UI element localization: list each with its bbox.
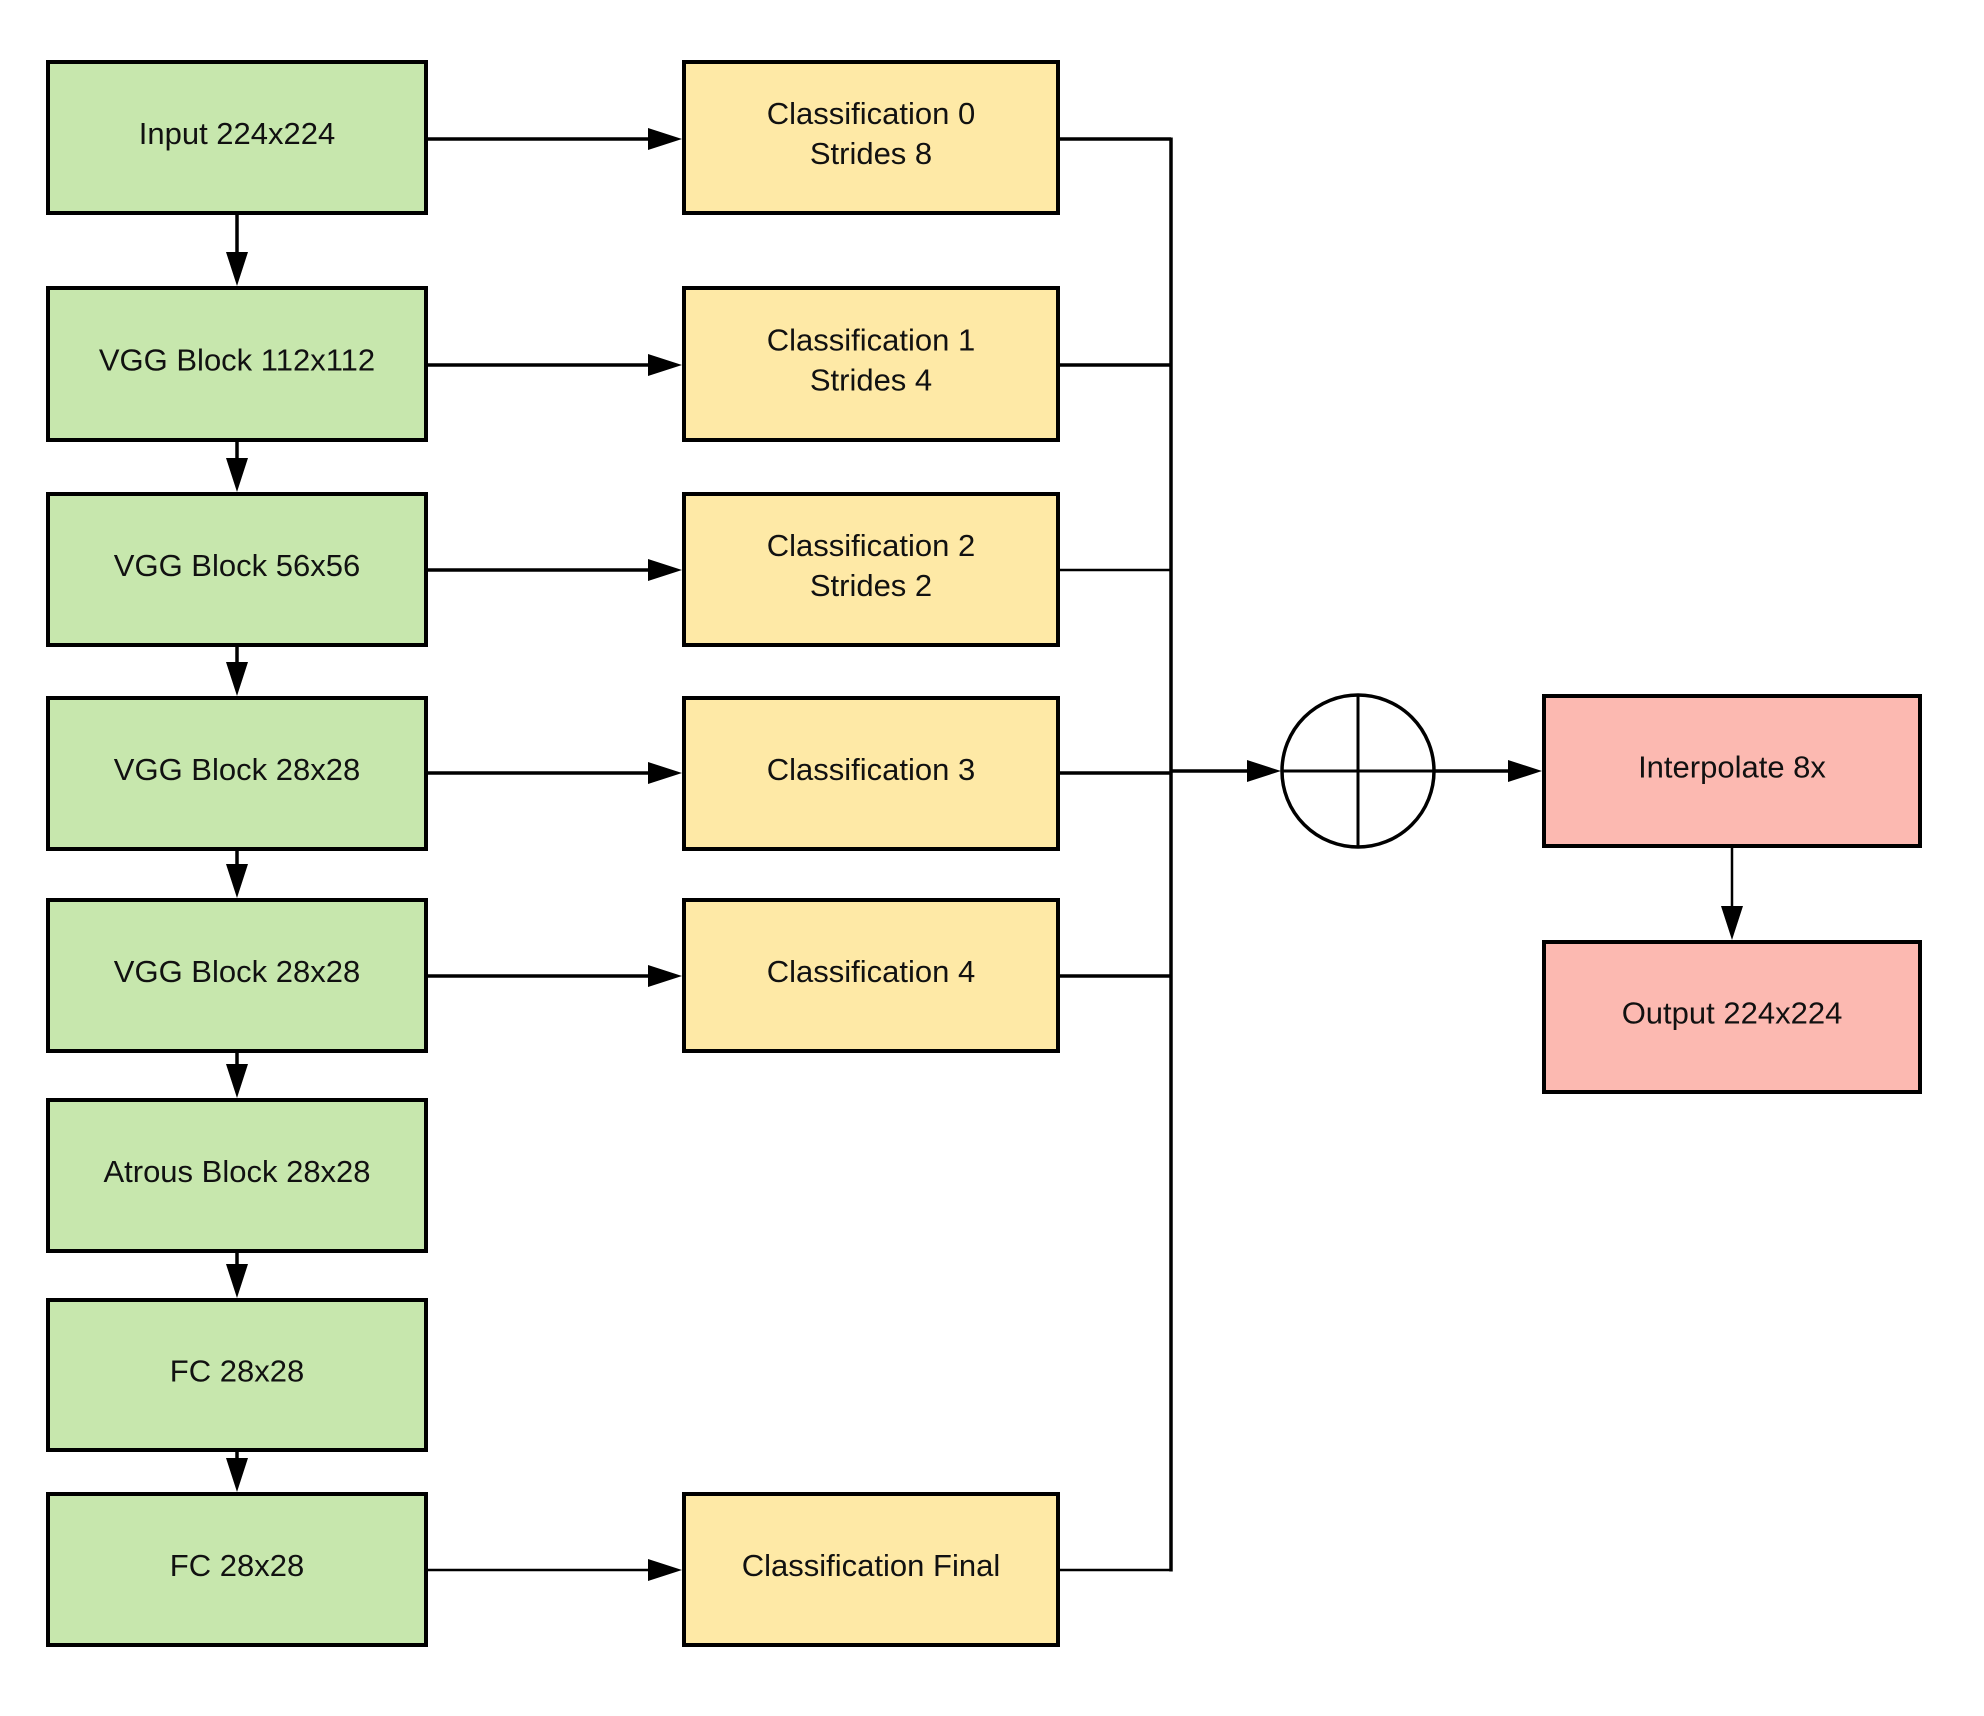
node-label-cls0-line-0: Classification 0 xyxy=(767,96,975,131)
nodes-layer: Input 224x224 VGG Block 112x112 VGG Block … xyxy=(46,60,1922,1647)
node-sum xyxy=(1280,693,1436,849)
node-label-interp: Interpolate 8x xyxy=(1638,750,1826,785)
node-cls2: Classification 2 Strides 2 xyxy=(682,492,1060,647)
edge-fc1-to-fc2-arrowhead-icon xyxy=(226,1458,248,1492)
edge-vgg28a-to-cls3-arrowhead-icon xyxy=(648,762,682,784)
edge-vgg28b-to-atrous-arrowhead-icon xyxy=(226,1064,248,1098)
node-label-out: Output 224x224 xyxy=(1622,996,1843,1031)
node-label-vgg28b: VGG Block 28x28 xyxy=(114,954,360,989)
node-label-fc1: FC 28x28 xyxy=(170,1354,304,1389)
edge-vgg112-to-cls1-arrowhead-icon xyxy=(648,354,682,376)
edge-bus-to-sum-arrowhead-icon xyxy=(1247,760,1281,782)
node-label-cls1-line-1: Strides 4 xyxy=(810,363,932,398)
edge-vgg28a-to-vgg28b-arrowhead-icon xyxy=(226,864,248,898)
node-vgg56: VGG Block 56x56 xyxy=(46,492,428,647)
edge-vgg28b-to-cls4-arrowhead-icon xyxy=(648,965,682,987)
edge-input-to-cls0-arrowhead-icon xyxy=(648,128,682,150)
edge-input-to-vgg112-arrowhead-icon xyxy=(226,252,248,286)
node-label-input: Input 224x224 xyxy=(139,116,336,151)
edge-fc2-to-clsf-arrowhead-icon xyxy=(648,1559,682,1581)
node-label-atrous: Atrous Block 28x28 xyxy=(103,1154,370,1189)
edge-vgg112-to-vgg56-arrowhead-icon xyxy=(226,458,248,492)
node-fc1: FC 28x28 xyxy=(46,1298,428,1452)
node-label-clsf: Classification Final xyxy=(742,1548,1000,1583)
node-label-cls2-line-0: Classification 2 xyxy=(767,528,975,563)
edge-vgg56-to-cls2-arrowhead-icon xyxy=(648,559,682,581)
node-interp: Interpolate 8x xyxy=(1542,694,1922,848)
node-atrous: Atrous Block 28x28 xyxy=(46,1098,428,1253)
node-label-cls1-line-0: Classification 1 xyxy=(767,323,975,358)
node-clsf: Classification Final xyxy=(682,1492,1060,1647)
node-cls3: Classification 3 xyxy=(682,696,1060,851)
node-vgg28b: VGG Block 28x28 xyxy=(46,898,428,1053)
edge-sum-to-interp-arrowhead-icon xyxy=(1508,760,1542,782)
node-label-cls3: Classification 3 xyxy=(767,752,975,787)
node-cls1: Classification 1 Strides 4 xyxy=(682,286,1060,442)
node-label-vgg112: VGG Block 112x112 xyxy=(99,343,375,378)
fcn-architecture-diagram: Input 224x224 VGG Block 112x112 VGG Block … xyxy=(46,60,1922,1647)
edge-interp-to-out-arrowhead-icon xyxy=(1721,906,1743,940)
edge-vgg56-to-vgg28a-arrowhead-icon xyxy=(226,662,248,696)
node-cls4: Classification 4 xyxy=(682,898,1060,1053)
node-vgg28a: VGG Block 28x28 xyxy=(46,696,428,851)
node-label-cls4: Classification 4 xyxy=(767,954,975,989)
node-label-cls2-line-1: Strides 2 xyxy=(810,568,932,603)
node-cls0: Classification 0 Strides 8 xyxy=(682,60,1060,215)
node-label-fc2: FC 28x28 xyxy=(170,1548,304,1583)
node-label-vgg28a: VGG Block 28x28 xyxy=(114,752,360,787)
edge-atrous-to-fc1-arrowhead-icon xyxy=(226,1264,248,1298)
node-fc2: FC 28x28 xyxy=(46,1492,428,1647)
node-out: Output 224x224 xyxy=(1542,940,1922,1094)
node-label-vgg56: VGG Block 56x56 xyxy=(114,548,360,583)
node-input: Input 224x224 xyxy=(46,60,428,215)
node-label-cls0-line-1: Strides 8 xyxy=(810,136,932,171)
node-vgg112: VGG Block 112x112 xyxy=(46,286,428,442)
